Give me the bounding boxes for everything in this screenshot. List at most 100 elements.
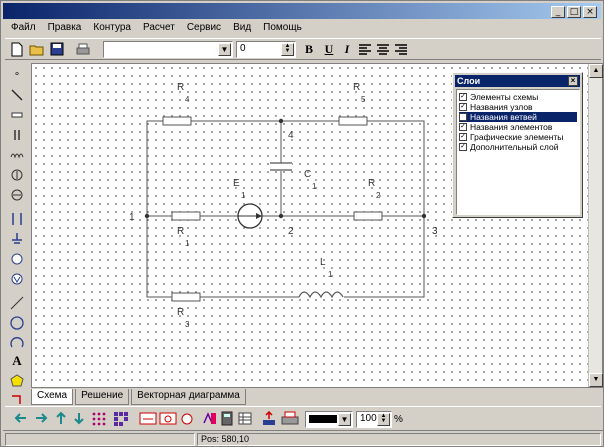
align-center-icon[interactable] xyxy=(375,42,391,57)
capacitor-tool-icon[interactable] xyxy=(9,127,25,143)
element-index-l1: 1 xyxy=(328,270,333,279)
inductor-tool-icon[interactable] xyxy=(9,147,25,163)
new-file-icon[interactable] xyxy=(9,42,25,57)
font-size-spinner[interactable]: 0 ▲ ▼ xyxy=(236,41,296,58)
print-icon[interactable] xyxy=(75,42,91,57)
element-name-r4: R xyxy=(177,82,184,93)
voltage-source-tool-icon[interactable] xyxy=(9,167,25,183)
arrow-left-icon[interactable] xyxy=(13,411,29,426)
ammeter-tool-icon[interactable] xyxy=(9,251,25,267)
arrow-up-icon[interactable] xyxy=(53,411,69,426)
dropdown-arrow-icon[interactable]: ▼ xyxy=(338,413,351,426)
voltmeter-tool-icon[interactable] xyxy=(9,271,25,287)
polygon-tool-icon[interactable] xyxy=(9,373,25,389)
arrow-down-icon[interactable] xyxy=(71,411,87,426)
branch-currents-icon[interactable] xyxy=(139,411,157,426)
grid-icon[interactable] xyxy=(91,411,107,426)
zoom-unit: % xyxy=(394,414,403,425)
menu-contours[interactable]: Контура xyxy=(87,21,137,37)
checkbox-checked-icon[interactable]: ✓ xyxy=(459,93,467,101)
capacitor-c1[interactable] xyxy=(270,162,292,171)
resistor-r5[interactable] xyxy=(338,116,368,126)
minimize-button[interactable]: _ xyxy=(551,6,565,18)
line-style-select[interactable]: ▼ xyxy=(305,411,353,428)
layer-item[interactable]: ✓ Элементы схемы xyxy=(459,92,577,102)
resistor-r3[interactable] xyxy=(171,292,201,302)
circle-tool-icon[interactable] xyxy=(9,315,25,331)
checkbox-checked-icon[interactable]: ✓ xyxy=(459,103,467,111)
bold-button[interactable]: B xyxy=(301,42,317,57)
select-node-icon[interactable]: ∘ xyxy=(9,67,25,83)
checkbox-checked-icon[interactable]: ✓ xyxy=(459,143,467,151)
menu-file[interactable]: Файл xyxy=(5,21,42,37)
layers-panel-title: Слои × xyxy=(455,75,580,87)
layers-close-icon[interactable]: × xyxy=(568,76,578,86)
zoom-spinner[interactable]: 100 ▲ ▼ xyxy=(356,411,392,428)
spin-arrows-icon[interactable]: ▲ ▼ xyxy=(281,43,294,56)
text-tool-icon[interactable]: A xyxy=(9,353,25,369)
calculator-icon[interactable] xyxy=(219,411,235,426)
layer-label: Дополнительный слой xyxy=(470,142,559,152)
element-name-e1: E xyxy=(233,178,240,189)
align-right-icon[interactable] xyxy=(393,42,409,57)
element-name-r3: R xyxy=(177,307,184,318)
current-source-tool-icon[interactable] xyxy=(9,187,25,203)
mutual-inductance-icon[interactable] xyxy=(9,211,25,227)
spin-arrows-icon[interactable]: ▲ ▼ xyxy=(377,413,390,426)
layer-item[interactable]: ✓ Названия узлов xyxy=(459,102,577,112)
underline-button[interactable]: U xyxy=(321,42,337,57)
checkbox-unchecked-icon[interactable] xyxy=(459,113,467,121)
line-tool-icon[interactable] xyxy=(9,295,25,311)
layers-list: ✓ Элементы схемы ✓ Названия узлов Назван… xyxy=(456,89,580,215)
menu-edit[interactable]: Правка xyxy=(42,21,88,37)
tab-vector-diagram[interactable]: Векторная диаграмма xyxy=(131,389,246,405)
arrow-right-icon[interactable] xyxy=(33,411,49,426)
vertical-scrollbar[interactable]: ▲ ▼ xyxy=(588,64,603,387)
power-balance-icon[interactable] xyxy=(179,411,195,426)
scroll-down-icon[interactable]: ▼ xyxy=(589,373,603,387)
menu-help[interactable]: Помощь xyxy=(257,21,308,37)
resistor-r2[interactable] xyxy=(353,211,383,221)
line-color-swatch xyxy=(309,415,337,423)
snap-grid-icon[interactable] xyxy=(113,411,129,426)
resistor-tool-icon[interactable] xyxy=(9,107,25,123)
formula-icon[interactable] xyxy=(201,411,217,426)
zoom-value: 100 xyxy=(360,413,377,424)
scroll-up-icon[interactable]: ▲ xyxy=(589,64,603,78)
layer-item[interactable]: ✓ Дополнительный слой xyxy=(459,142,577,152)
layer-item-selected[interactable]: Названия ветвей xyxy=(459,112,577,122)
menu-bar: Файл Правка Контура Расчет Сервис Вид По… xyxy=(5,21,308,37)
arc-tool-icon[interactable] xyxy=(9,335,25,351)
layer-item[interactable]: ✓ Графические элементы xyxy=(459,132,577,142)
maximize-button[interactable]: □ xyxy=(567,6,581,18)
checkbox-checked-icon[interactable]: ✓ xyxy=(459,123,467,131)
layer-item[interactable]: ✓ Названия элементов xyxy=(459,122,577,132)
menu-calculation[interactable]: Расчет xyxy=(137,21,181,37)
print-preview-icon[interactable] xyxy=(281,411,299,426)
align-left-icon[interactable] xyxy=(357,42,373,57)
save-icon[interactable] xyxy=(49,42,65,57)
tab-solution[interactable]: Решение xyxy=(75,389,130,405)
wire-tool-icon[interactable] xyxy=(9,87,25,103)
italic-button[interactable]: I xyxy=(339,42,355,57)
node-2-dot xyxy=(278,213,284,219)
menu-view[interactable]: Вид xyxy=(227,21,257,37)
menu-service[interactable]: Сервис xyxy=(181,21,227,37)
table-icon[interactable] xyxy=(237,411,253,426)
voltage-source-e1[interactable] xyxy=(237,203,263,229)
resistor-r4[interactable] xyxy=(162,116,192,126)
dropdown-arrow-icon[interactable]: ▼ xyxy=(218,43,231,56)
node-label-2: 2 xyxy=(288,226,294,237)
ground-tool-icon[interactable] xyxy=(9,231,25,247)
close-button[interactable]: × xyxy=(583,6,597,18)
tab-schema[interactable]: Схема xyxy=(31,389,74,405)
resistor-r1[interactable] xyxy=(171,211,201,221)
font-name-select[interactable]: ▼ xyxy=(103,41,233,58)
node-potentials-icon[interactable] xyxy=(159,411,177,426)
inductor-l1[interactable] xyxy=(298,289,344,299)
checkbox-checked-icon[interactable]: ✓ xyxy=(459,133,467,141)
open-folder-icon[interactable] xyxy=(29,42,45,57)
bottom-toolbar: ▼ 100 ▲ ▼ % xyxy=(5,406,601,430)
export-icon[interactable] xyxy=(261,411,277,426)
status-bar: Pos: 580,10 xyxy=(3,430,603,446)
